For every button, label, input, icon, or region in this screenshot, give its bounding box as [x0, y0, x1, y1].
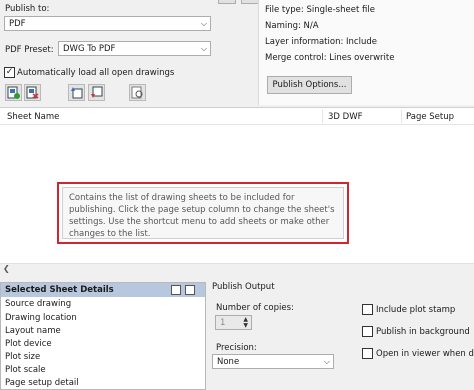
scroll-left-arrow-icon[interactable]: ❮	[3, 264, 10, 273]
sheet-list-tooltip: Contains the list of drawing sheets to b…	[57, 182, 349, 244]
details-header: Selected Sheet Details	[1, 283, 205, 297]
precision-dropdown[interactable]: None ⌵	[212, 354, 334, 369]
tooltip-box: Contains the list of drawing sheets to b…	[62, 187, 344, 239]
auto-load-label: Automatically load all open drawings	[17, 68, 175, 78]
precision-value: None	[217, 357, 240, 367]
column-divider	[401, 110, 402, 123]
auto-load-checkbox[interactable]: ✓	[4, 67, 15, 78]
preview-button[interactable]	[129, 84, 146, 101]
column-divider	[322, 110, 323, 123]
details-row-page-setup-detail: Page setup detail	[5, 378, 79, 388]
naming-text: Naming: N/A	[265, 21, 319, 31]
column-3d-dwf[interactable]: 3D DWF	[328, 112, 363, 122]
top-button-1[interactable]	[218, 0, 236, 4]
details-row-source-drawing: Source drawing	[5, 299, 72, 309]
details-row-plot-scale: Plot scale	[5, 365, 46, 375]
copies-label: Number of copies:	[216, 303, 294, 313]
details-row-plot-size: Plot size	[5, 352, 41, 362]
publish-to-value: PDF	[9, 19, 26, 29]
top-button-2[interactable]	[241, 0, 259, 4]
move-up-icon	[71, 87, 83, 99]
copies-stepper[interactable]: 1 ▲ ▼	[215, 315, 252, 330]
sheet-list-header: Sheet Name 3D DWF Page Setup	[0, 108, 474, 125]
chevron-down-icon: ⌵	[323, 357, 330, 366]
merge-control-text: Merge control: Lines overwrite	[265, 53, 395, 63]
details-row-plot-device: Plot device	[5, 339, 52, 349]
move-down-icon	[91, 86, 103, 98]
details-list-icon[interactable]	[185, 285, 195, 295]
remove-sheets-icon	[26, 86, 39, 99]
move-up-button[interactable]	[68, 84, 85, 101]
publish-in-background-checkbox[interactable]	[362, 326, 373, 337]
precision-label: Precision:	[216, 343, 257, 353]
add-sheets-button[interactable]	[5, 84, 22, 101]
publish-output-title: Publish Output	[212, 282, 275, 292]
publish-to-label: Publish to:	[5, 4, 50, 14]
details-row-drawing-location: Drawing location	[5, 313, 77, 323]
move-down-button[interactable]	[88, 84, 105, 101]
details-view-icon[interactable]	[171, 285, 181, 295]
preview-icon	[131, 86, 143, 99]
chevron-down-icon: ⌵	[200, 19, 207, 28]
chevron-down-icon: ⌵	[200, 44, 207, 53]
publish-info-panel: File type: Single-sheet file Naming: N/A…	[258, 0, 474, 105]
details-title: Selected Sheet Details	[5, 285, 114, 295]
sheet-details-panel: Selected Sheet Details Source drawing Dr…	[0, 282, 206, 390]
include-plot-stamp-label: Include plot stamp	[376, 305, 456, 315]
file-type-text: File type: Single-sheet file	[265, 5, 375, 15]
publish-to-dropdown[interactable]: PDF ⌵	[4, 16, 211, 31]
copies-value: 1	[220, 318, 226, 328]
stepper-arrows-icon[interactable]: ▲ ▼	[243, 317, 248, 329]
pdf-preset-value: DWG To PDF	[63, 44, 116, 54]
publish-options-button[interactable]: Publish Options...	[267, 76, 352, 94]
include-plot-stamp-checkbox[interactable]	[362, 304, 373, 315]
column-sheet-name[interactable]: Sheet Name	[7, 112, 59, 122]
add-sheets-icon	[7, 86, 20, 99]
horizontal-scrollbar[interactable]: ❮	[0, 263, 474, 274]
column-page-setup[interactable]: Page Setup	[406, 112, 454, 122]
layer-info-text: Layer information: Include	[265, 37, 377, 47]
remove-sheets-button[interactable]	[24, 84, 41, 101]
open-in-viewer-label: Open in viewer when done	[376, 349, 474, 359]
pdf-preset-dropdown[interactable]: DWG To PDF ⌵	[58, 41, 211, 56]
sheet-list[interactable]: Sheet Name 3D DWF Page Setup Contains th…	[0, 107, 474, 274]
details-row-layout-name: Layout name	[5, 326, 61, 336]
tooltip-text: Contains the list of drawing sheets to b…	[69, 193, 335, 239]
pdf-preset-label: PDF Preset:	[5, 45, 54, 55]
open-in-viewer-checkbox[interactable]	[362, 348, 373, 359]
publish-in-background-label: Publish in background	[376, 327, 470, 337]
